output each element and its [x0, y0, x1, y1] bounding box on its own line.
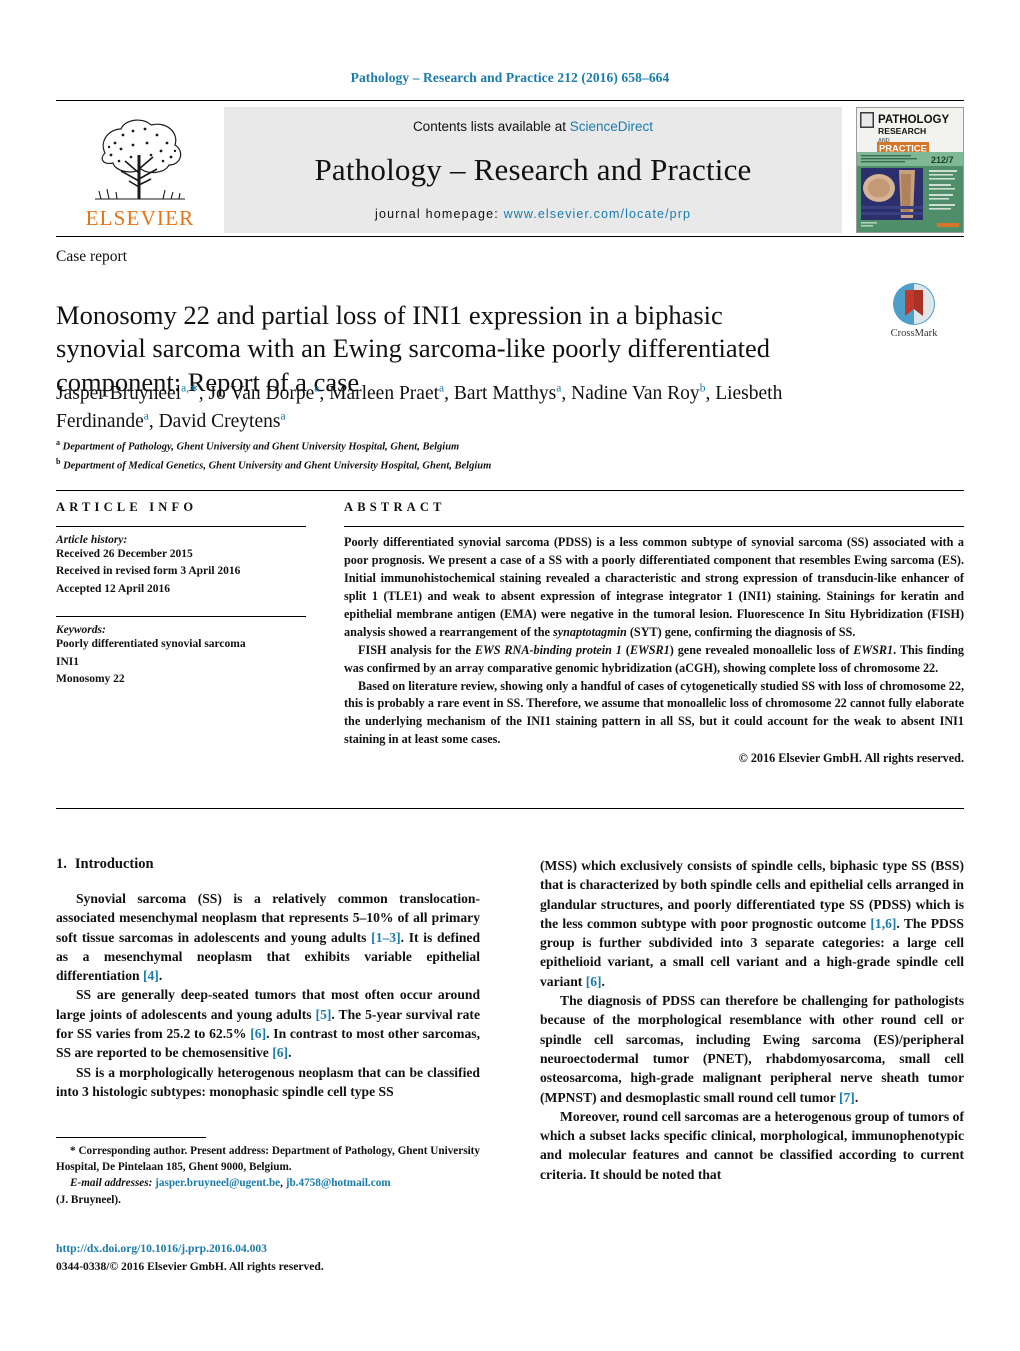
affiliation-a: a Department of Pathology, Ghent Univers…	[56, 438, 460, 453]
contents-prefix: Contents lists available at	[412, 119, 570, 134]
paragraph-left-3: SS is a morphologically heterogenous neo…	[56, 1064, 480, 1099]
contents-available-line: Contents lists available at ScienceDirec…	[413, 119, 653, 134]
paragraph-right-3: Moreover, round cell sarcomas are a hete…	[540, 1108, 964, 1182]
issn-copyright-line: 0344-0338/© 2016 Elsevier GmbH. All righ…	[56, 1259, 324, 1273]
email-owner: (J. Bruyneel).	[56, 1193, 121, 1206]
history-accepted: Accepted 12 April 2016	[56, 582, 171, 595]
journal-masthead: ELSEVIER Contents lists available at Sci…	[56, 100, 964, 233]
keyword-1: Poorly differentiated synovial sarcoma	[56, 638, 246, 651]
paragraph-right-1: (MSS) which exclusively consists of spin…	[540, 858, 964, 989]
journal-homepage-link[interactable]: www.elsevier.com/locate/prp	[504, 207, 691, 221]
crossmark-label: CrossMark	[890, 328, 938, 339]
abstract-block: ABSTRACT Poorly differentiated synovial …	[344, 500, 964, 766]
abstract-paragraph-3: Based on literature review, showing only…	[344, 678, 964, 747]
article-info-rule-2	[56, 616, 306, 618]
keywords-block: Keywords: Poorly differentiated synovial…	[56, 624, 306, 688]
article-type-label: Case report	[56, 248, 128, 265]
email-link-2[interactable]: jb.4758@hotmail.com	[286, 1177, 391, 1189]
doi-link[interactable]: http://dx.doi.org/10.1016/j.prp.2016.04.…	[56, 1240, 480, 1258]
abstract-paragraph-2: FISH analysis for the EWS RNA-binding pr…	[344, 642, 965, 675]
svg-text:PATHOLOGY: PATHOLOGY	[878, 114, 949, 126]
sciencedirect-link[interactable]: ScienceDirect	[570, 119, 653, 134]
masthead-center: Contents lists available at ScienceDirec…	[224, 107, 842, 233]
homepage-prefix: journal homepage:	[374, 207, 504, 221]
article-info-heading: ARTICLE INFO	[56, 500, 198, 514]
footnote-block: * Corresponding author. Present address:…	[56, 1143, 480, 1208]
crossmark-badge[interactable]: CrossMark	[862, 282, 966, 344]
author-list: Jasper Bruyneela,∗, Jo Van Dorpea, Marle…	[56, 382, 783, 432]
body-column-right: (MSS) which exclusively consists of spin…	[540, 856, 964, 1184]
keyword-3: Monosomy 22	[56, 673, 125, 686]
email-note: E-mail addresses: jasper.bruyneel@ugent.…	[70, 1177, 391, 1190]
affiliation-b: b Department of Medical Genetics, Ghent …	[56, 456, 492, 472]
paragraph-left-2: SS are generally deep-seated tumors that…	[56, 987, 480, 1061]
svg-text:212/7: 212/7	[931, 155, 954, 165]
article-history-label: Article history:	[56, 534, 128, 546]
crossmark-icon	[893, 283, 935, 325]
svg-text:PRACTICE: PRACTICE	[879, 143, 927, 154]
section-title: Introduction	[74, 856, 154, 872]
abstract-block-bottom-rule	[56, 808, 964, 809]
journal-homepage-line: journal homepage: www.elsevier.com/locat…	[375, 207, 691, 221]
corresponding-author-note: * Corresponding author. Present address:…	[56, 1145, 480, 1174]
abstract-paragraph-1: Poorly differentiated synovial sarcoma (…	[344, 535, 964, 639]
section-heading-introduction: 1. Introduction	[56, 856, 480, 873]
running-head: Pathology – Research and Practice 212 (2…	[350, 70, 670, 85]
journal-cover-thumbnail[interactable]: PATHOLOGY RESEARCH AND PRACTICE 212/7	[856, 107, 964, 233]
elsevier-logo: ELSEVIER	[56, 107, 224, 233]
doi-block: http://dx.doi.org/10.1016/j.prp.2016.04.…	[56, 1240, 480, 1276]
keyword-2: INI1	[56, 655, 80, 668]
journal-article-page: Pathology – Research and Practice 212 (2…	[0, 0, 1020, 1351]
abstract-heading: ABSTRACT	[344, 500, 446, 514]
article-info-rule-1	[56, 526, 306, 527]
paragraph-left-1: Synovial sarcoma (SS) is a relatively co…	[56, 891, 481, 984]
email-label: E-mail addresses:	[70, 1177, 153, 1190]
affiliation-list: a Department of Pathology, Ghent Univers…	[56, 437, 846, 475]
history-received: Received 26 December 2015	[56, 548, 193, 560]
journal-title: Pathology – Research and Practice	[314, 152, 752, 188]
article-info-block: ARTICLE INFO Article history: Received 2…	[56, 500, 306, 689]
svg-text:RESEARCH: RESEARCH	[878, 126, 926, 136]
keywords-label: Keywords:	[56, 624, 106, 637]
body-column-left: 1. Introduction Synovial sarcoma (SS) is …	[56, 856, 480, 1101]
abstract-block-top-rule	[56, 490, 964, 491]
cover-artwork: PATHOLOGY RESEARCH AND PRACTICE 212/7	[857, 108, 963, 232]
email-link-1[interactable]: jasper.bruyneel@ugent.be	[155, 1177, 280, 1189]
history-revised: Received in revised form 3 April 2016	[56, 565, 241, 578]
masthead-bottom-rule	[56, 236, 964, 237]
abstract-copyright: © 2016 Elsevier GmbH. All rights reserve…	[738, 751, 964, 766]
abstract-rule	[344, 526, 964, 527]
paragraph-right-2: The diagnosis of PDSS can therefore be c…	[540, 993, 964, 1105]
elsevier-wordmark: ELSEVIER	[85, 206, 195, 230]
footnote-rule	[56, 1137, 206, 1138]
section-number: 1.	[56, 856, 67, 872]
article-history: Article history: Received 26 December 20…	[56, 534, 306, 598]
elsevier-tree-icon	[95, 119, 185, 200]
